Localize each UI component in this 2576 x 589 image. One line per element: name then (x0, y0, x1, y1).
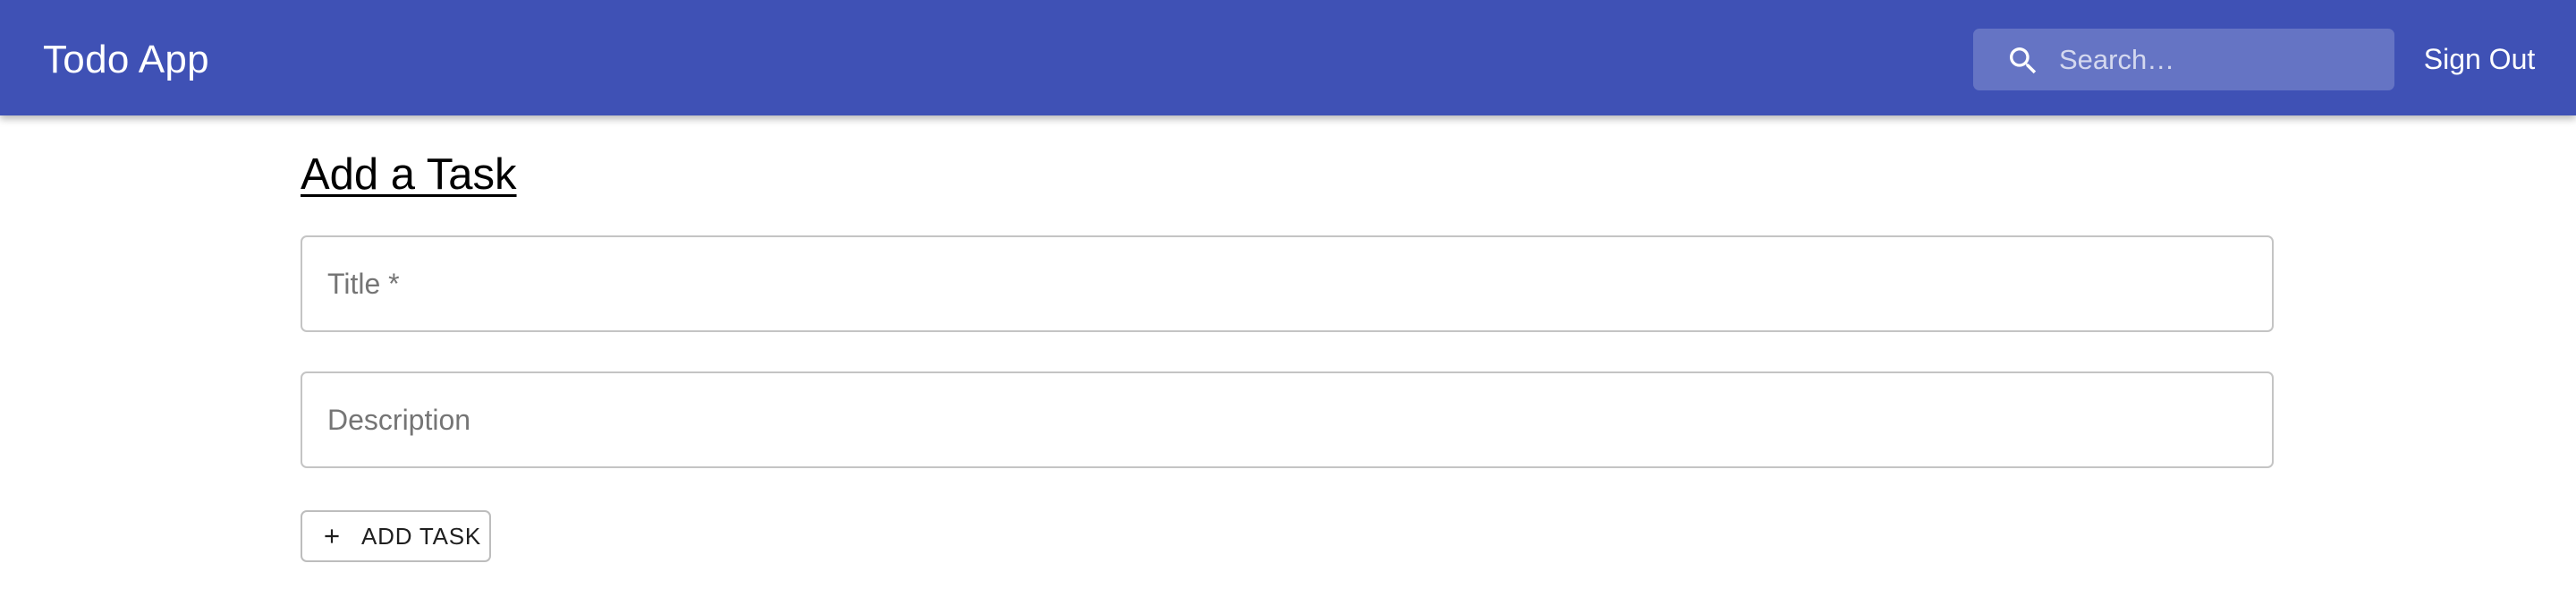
app-title: Todo App (43, 38, 209, 81)
search-icon (2010, 47, 2037, 74)
title-field[interactable] (301, 235, 2274, 332)
add-task-label: ADD TASK (361, 523, 482, 550)
page-title: Add a Task (301, 150, 517, 199)
add-task-button[interactable]: ADD TASK (301, 510, 491, 562)
sign-out-button[interactable]: Sign Out (2408, 29, 2551, 90)
search-input[interactable] (2059, 29, 2381, 90)
title-input[interactable] (327, 237, 2241, 330)
description-field[interactable] (301, 371, 2274, 468)
description-input[interactable] (327, 373, 2241, 466)
app-bar: Todo App Sign Out (0, 0, 2576, 115)
plus-icon (325, 529, 339, 543)
search-box[interactable] (1973, 29, 2394, 90)
